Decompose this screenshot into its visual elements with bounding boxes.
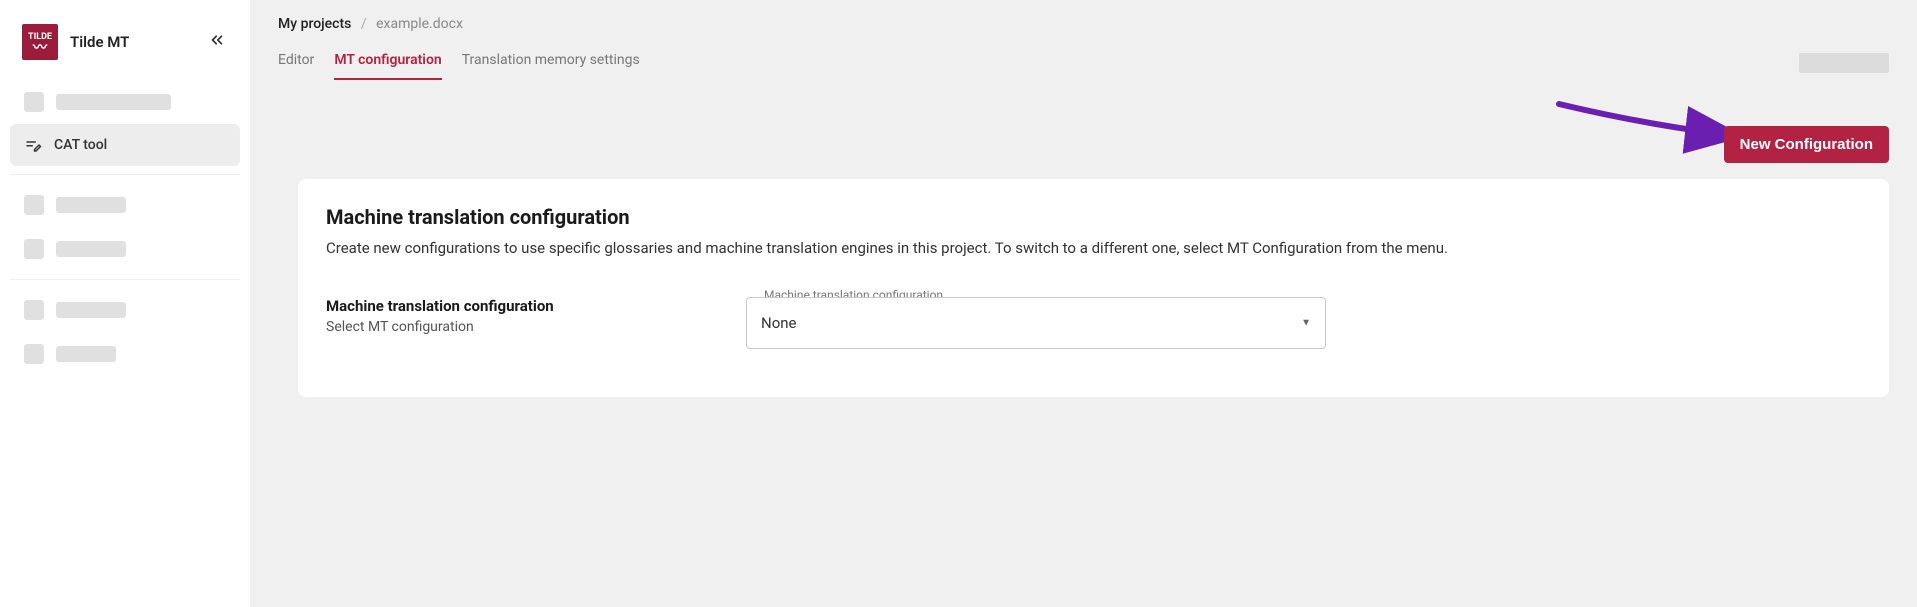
tab-editor[interactable]: Editor [278,46,314,80]
sidebar-divider [10,174,240,175]
logo-icon: TILDE 〰 [22,24,58,60]
sidebar-item-placeholder[interactable] [10,227,240,271]
select-wrap: Machine translation configuration None ▼ [746,297,1326,349]
new-configuration-button[interactable]: New Configuration [1724,126,1889,163]
breadcrumb-root[interactable]: My projects [278,16,351,32]
sidebar-item-placeholder[interactable] [10,332,240,376]
config-label-block: Machine translation configuration Select… [326,297,706,335]
skeleton-icon [24,239,44,259]
skeleton-icon [24,92,44,112]
sidebar-divider [10,279,240,280]
skeleton-label [56,94,171,110]
skeleton-label [56,346,116,362]
chevron-down-icon: ▼ [1301,318,1311,329]
tabs-row: Editor MT configuration Translation memo… [278,46,1889,80]
tabs: Editor MT configuration Translation memo… [278,46,640,80]
header-placeholder [1799,53,1889,73]
collapse-sidebar-button[interactable] [202,25,232,60]
sidebar-item-placeholder[interactable] [10,288,240,332]
sidebar-nav: CAT tool [0,80,250,166]
skeleton-label [56,241,126,257]
breadcrumb: My projects / example.docx [278,12,1889,46]
brand-name: Tilde MT [70,33,129,51]
tab-mt-configuration[interactable]: MT configuration [334,46,441,80]
sidebar-item-cat-tool[interactable]: CAT tool [10,124,240,166]
config-card: Machine translation configuration Create… [298,179,1889,397]
card-description: Create new configurations to use specifi… [326,239,1861,257]
select-value: None [761,314,797,332]
config-row: Machine translation configuration Select… [326,297,1861,349]
sidebar-nav-group-2 [0,183,250,271]
breadcrumb-leaf: example.docx [376,16,463,32]
sidebar: TILDE 〰 Tilde MT CAT tool [0,0,250,607]
skeleton-icon [24,344,44,364]
skeleton-label [56,302,126,318]
config-field-subtitle: Select MT configuration [326,319,706,335]
tab-tm-settings[interactable]: Translation memory settings [462,46,640,80]
skeleton-label [56,197,126,213]
logo-wave-icon: 〰 [33,43,47,53]
sidebar-item-label: CAT tool [54,137,107,153]
sidebar-header: TILDE 〰 Tilde MT [0,16,250,80]
main-content: My projects / example.docx Editor MT con… [250,0,1917,607]
config-field-title: Machine translation configuration [326,297,706,315]
skeleton-icon [24,195,44,215]
action-row: New Configuration [278,126,1889,163]
cat-tool-icon [24,136,42,154]
mt-config-select[interactable]: None ▼ [746,297,1326,349]
sidebar-item-placeholder[interactable] [10,80,240,124]
skeleton-icon [24,300,44,320]
card-heading: Machine translation configuration [326,205,1861,229]
sidebar-nav-group-3 [0,288,250,376]
chevron-double-left-icon [208,31,226,49]
brand[interactable]: TILDE 〰 Tilde MT [22,24,129,60]
sidebar-item-placeholder[interactable] [10,183,240,227]
breadcrumb-separator: / [361,16,367,32]
